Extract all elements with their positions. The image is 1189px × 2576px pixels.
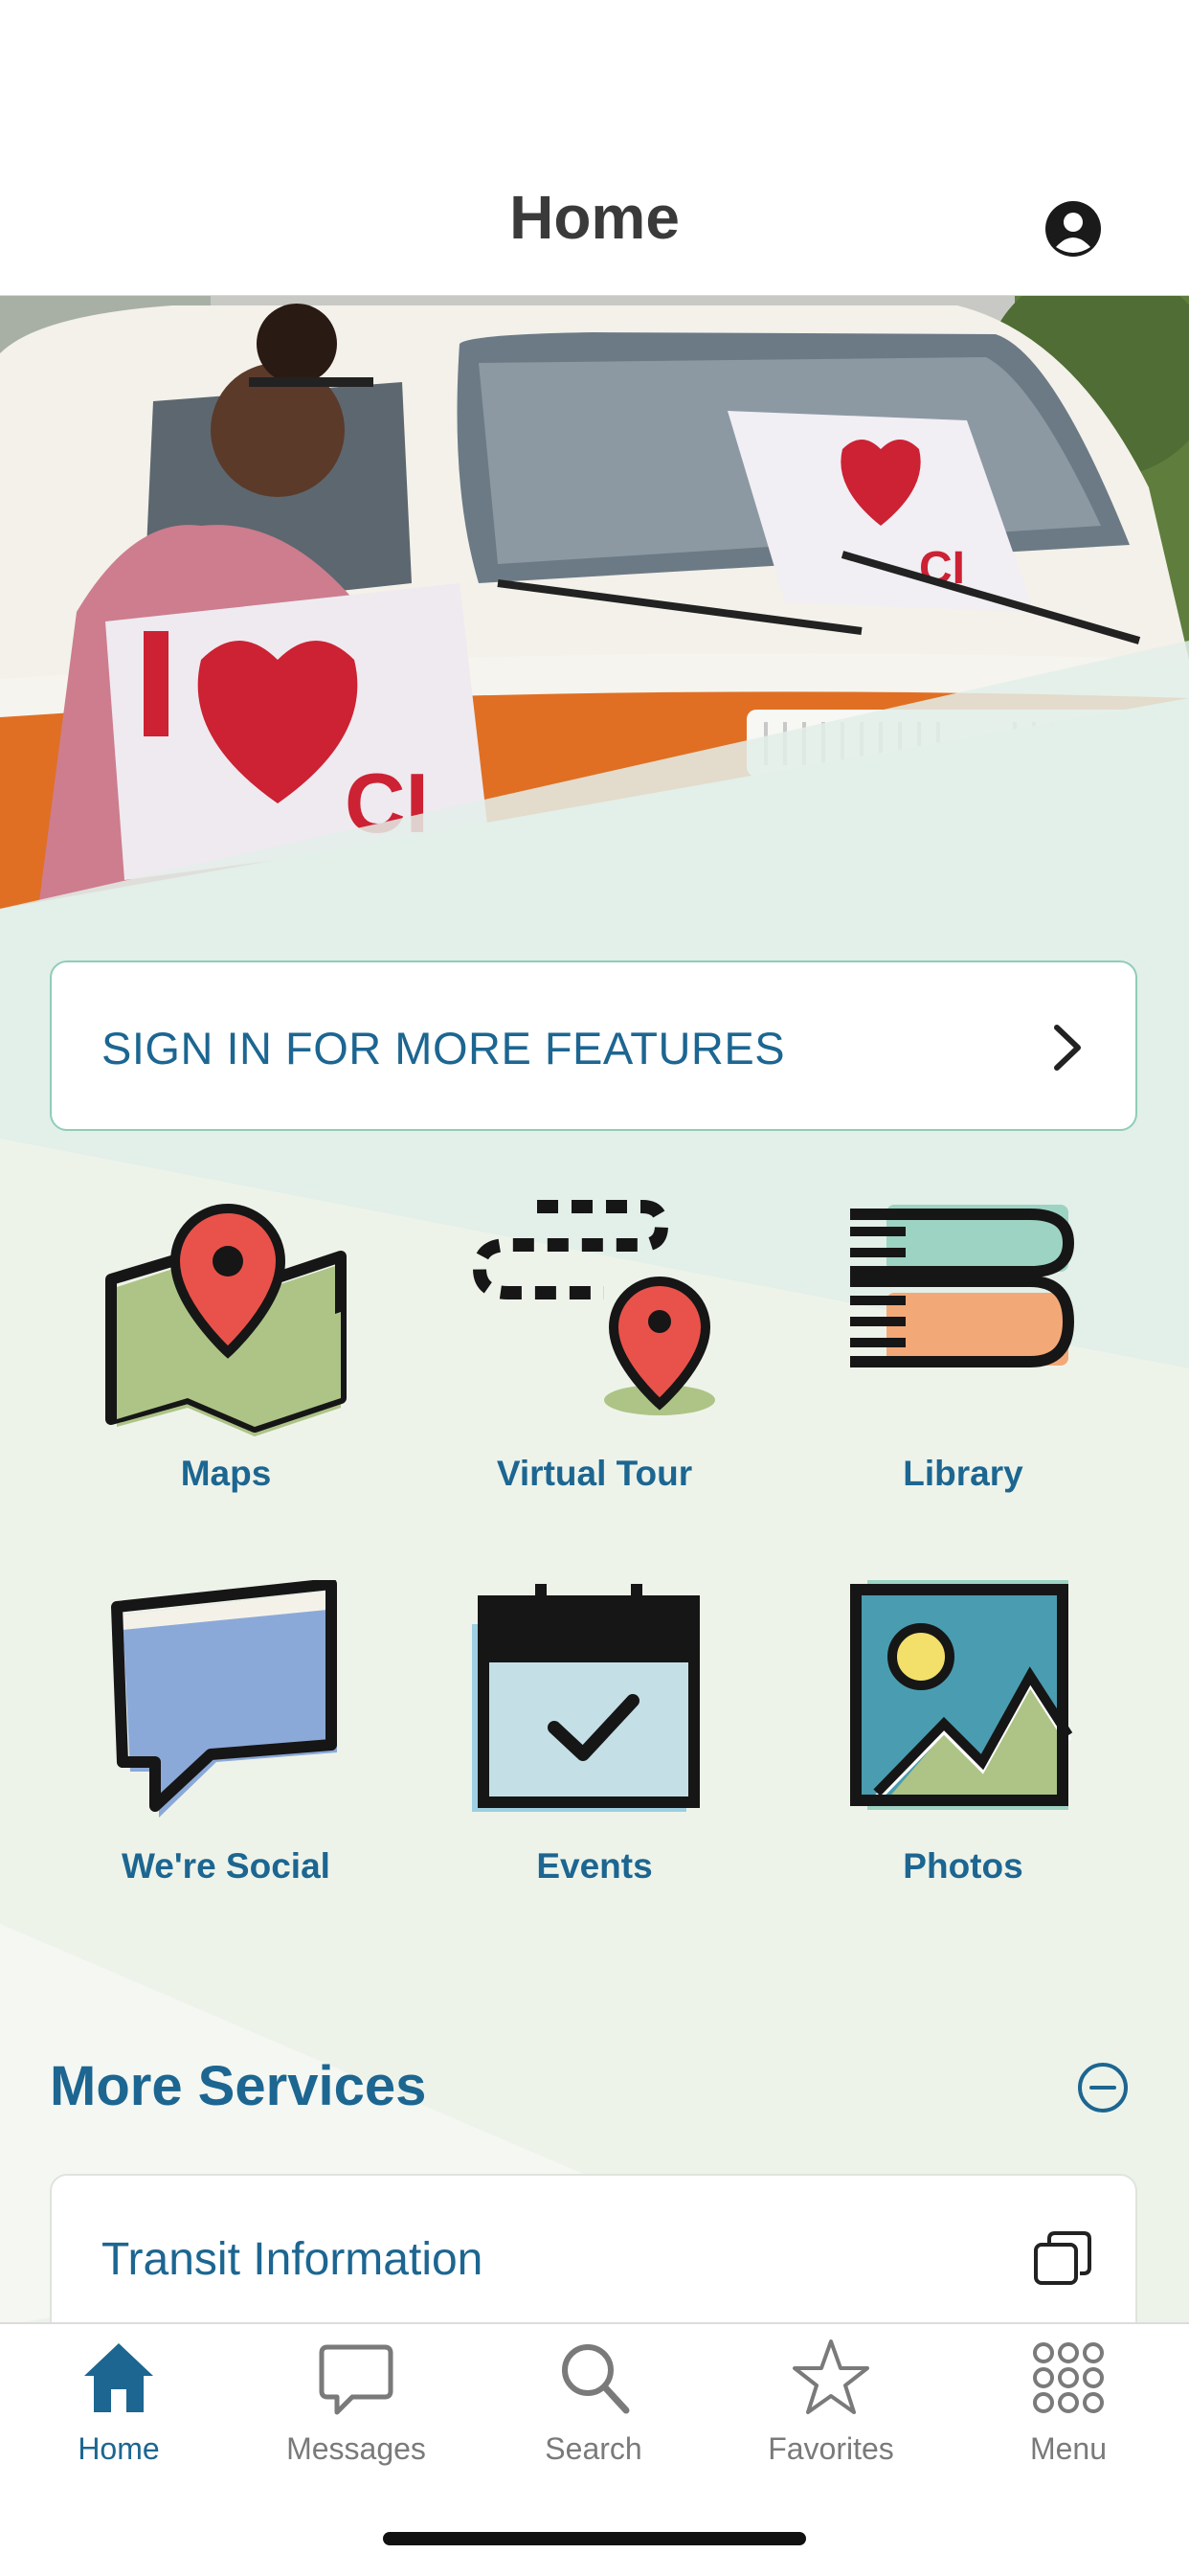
home-indicator [383, 2532, 806, 2545]
hero-image: CI CI [0, 296, 1189, 909]
tile-photos[interactable]: Photos [791, 1580, 1135, 1944]
tile-label: We're Social [122, 1846, 330, 1886]
home-icon [84, 2343, 153, 2412]
tab-label: Search [545, 2431, 642, 2466]
account-circle-icon[interactable] [1043, 199, 1103, 259]
tile-social[interactable]: We're Social [54, 1580, 398, 1944]
tour-route-icon [472, 1200, 715, 1415]
sign-in-button[interactable]: SIGN IN FOR MORE FEATURES [50, 960, 1137, 1131]
tile-label: Maps [180, 1454, 272, 1493]
books-icon [850, 1205, 1075, 1367]
chat-bubble-icon [319, 2344, 393, 2415]
map-icon [105, 1203, 347, 1436]
section-title-more-services: More Services [50, 2055, 427, 2117]
sign-in-label: SIGN IN FOR MORE FEATURES [101, 1023, 786, 1073]
page-title: Home [509, 183, 680, 252]
tab-menu[interactable]: Menu [950, 2324, 1187, 2516]
external-window-icon [1034, 2231, 1091, 2285]
tab-favorites[interactable]: Favorites [712, 2324, 950, 2516]
tab-label: Home [78, 2431, 160, 2466]
minus-circle-icon[interactable] [1076, 2061, 1130, 2114]
tab-label: Favorites [768, 2431, 894, 2466]
app-header: Home [0, 0, 1189, 297]
photo-landscape-icon [850, 1580, 1073, 1810]
star-icon [793, 2339, 869, 2414]
tile-label: Events [536, 1846, 653, 1886]
tile-events[interactable]: Events [422, 1580, 767, 1944]
tile-library[interactable]: Library [791, 1187, 1135, 1551]
tile-label: Photos [903, 1846, 1023, 1886]
grid-dots-icon [1033, 2342, 1104, 2413]
speech-bubble-icon [111, 1580, 337, 1818]
tab-label: Messages [286, 2431, 426, 2466]
tab-home[interactable]: Home [0, 2324, 237, 2516]
tab-messages[interactable]: Messages [237, 2324, 475, 2516]
chevron-right-icon [1054, 1025, 1081, 1071]
search-icon [562, 2344, 630, 2414]
tile-virtual-tour[interactable]: Virtual Tour [422, 1187, 767, 1551]
tile-label: Library [903, 1454, 1023, 1493]
tile-maps[interactable]: Maps [54, 1187, 398, 1551]
tile-label: Virtual Tour [496, 1454, 693, 1493]
service-label: Transit Information [101, 2234, 483, 2285]
tab-search[interactable]: Search [475, 2324, 712, 2516]
tab-label: Menu [1029, 2431, 1108, 2466]
calendar-check-icon [472, 1584, 700, 1812]
